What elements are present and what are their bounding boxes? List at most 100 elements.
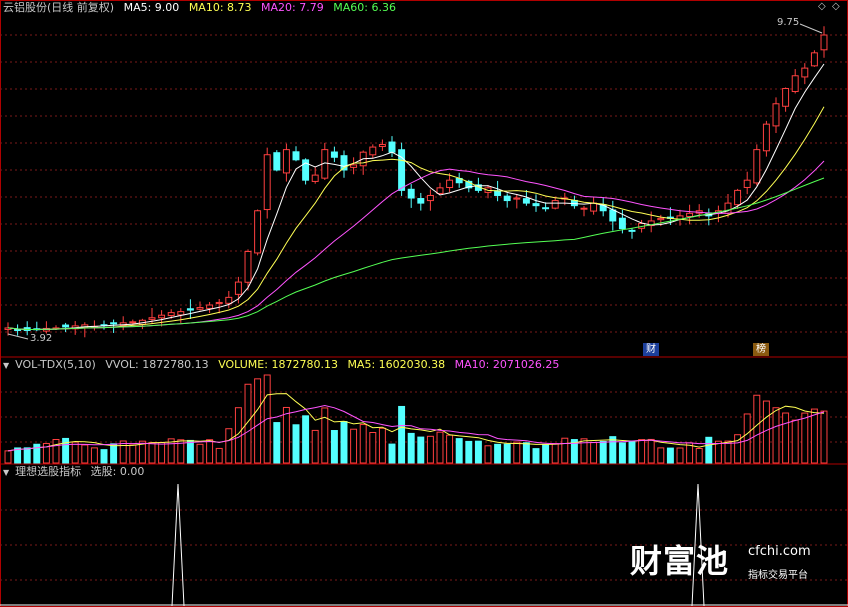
candle-body — [254, 210, 262, 254]
low-price-label: 3.92 — [30, 333, 53, 344]
volume-bar — [638, 439, 646, 464]
candle-body — [446, 179, 454, 188]
volume-bar — [110, 443, 118, 464]
candle-body — [215, 301, 223, 305]
collapse-icon[interactable]: ▼ — [3, 359, 9, 373]
volume-bar — [647, 438, 655, 464]
candle-body — [263, 154, 271, 211]
volume-bar — [417, 436, 425, 464]
candle-body — [628, 229, 636, 232]
volume-bar — [724, 440, 732, 464]
ma10-line — [7, 106, 825, 330]
volume-bar — [465, 440, 473, 464]
indicator-panel-header: ▼ 理想选股指标 选股: 0.00 — [3, 465, 150, 479]
candle-body — [129, 321, 137, 324]
candle-body — [542, 207, 550, 210]
volume-bar — [542, 444, 550, 464]
volume-bar — [225, 428, 233, 464]
ma5-readout: MA5: 9.00 — [123, 1, 180, 14]
volume-bar — [273, 422, 281, 464]
volume-bar — [657, 447, 665, 464]
stock-chart-window: 云铝股份(日线 前复权) MA5: 9.00 MA10: 8.73 MA20: … — [0, 0, 848, 607]
volume-bar — [100, 449, 108, 464]
indicator-name[interactable]: 理想选股指标 — [15, 465, 81, 478]
volume-bar — [446, 434, 454, 464]
candle-body — [513, 197, 521, 200]
vvol-readout: VVOL: 1872780.13 — [105, 358, 209, 371]
candle-body — [62, 324, 70, 328]
volume-bar — [503, 443, 511, 464]
ma10-readout: MA10: 8.73 — [188, 1, 252, 14]
chart-canvas[interactable] — [0, 0, 848, 607]
candle-body — [234, 281, 242, 295]
volume-bar — [714, 440, 722, 464]
volume-bar — [590, 442, 598, 464]
candle-body — [801, 67, 809, 78]
volume-bar — [4, 450, 12, 464]
diamond-icon-2[interactable]: ◇ — [832, 1, 840, 12]
volume-bar — [791, 419, 799, 464]
volume-bar — [801, 412, 809, 464]
volume-bar — [71, 441, 79, 464]
volume-bar — [52, 438, 60, 464]
volume-bar — [206, 439, 214, 464]
indicator-value: 选股: 0.00 — [90, 465, 145, 478]
candle-body — [609, 209, 617, 222]
volume-bar — [302, 415, 310, 464]
volume-bar — [753, 394, 761, 464]
candle-body — [494, 190, 502, 196]
volume-bar — [81, 444, 89, 464]
volume-bar — [90, 447, 98, 464]
volume-indicator-name[interactable]: VOL-TDX(5,10) — [15, 358, 96, 371]
candle-body — [657, 217, 665, 221]
event-marker-list[interactable]: 榜 — [753, 343, 769, 356]
volume-bar — [398, 405, 406, 464]
diamond-icon[interactable]: ◇ — [818, 1, 826, 12]
volume-bar — [129, 444, 137, 464]
volume-bar — [705, 436, 713, 464]
high-pointer — [799, 23, 823, 34]
candle-body — [820, 34, 828, 51]
collapse-icon[interactable]: ▼ — [3, 466, 9, 480]
volume-bar — [330, 430, 338, 464]
candle-body — [206, 304, 214, 309]
volume-bar — [676, 447, 684, 464]
volume-bar — [618, 442, 626, 464]
candle-body — [186, 308, 194, 311]
volume-bar — [388, 443, 396, 464]
volume-bar — [426, 435, 434, 464]
candle-body — [158, 314, 166, 319]
volume-bar — [340, 421, 348, 464]
vol-ma10-readout: MA10: 2071026.25 — [454, 358, 560, 371]
volume-bar — [359, 424, 367, 464]
volume-panel-header: ▼ VOL-TDX(5,10) VVOL: 1872780.13 VOLUME: … — [3, 358, 565, 372]
volume-bar — [743, 413, 751, 464]
volume-bar — [782, 412, 790, 464]
volume-bar — [810, 408, 818, 464]
candle-body — [292, 151, 300, 161]
volume-bar — [311, 429, 319, 464]
volume-bar — [666, 447, 674, 464]
volume-bar — [762, 400, 770, 464]
watermark-site: cfchi.com — [748, 544, 811, 559]
candle-body — [273, 152, 281, 171]
volume-bar — [148, 442, 156, 464]
high-price-label: 9.75 — [777, 17, 800, 28]
signal-spike — [171, 483, 185, 607]
volume-bar — [215, 447, 223, 464]
price-panel-header: 云铝股份(日线 前复权) MA5: 9.00 MA10: 8.73 MA20: … — [3, 1, 402, 15]
volume-bar — [254, 378, 262, 464]
volume-bar — [119, 440, 127, 464]
volume-readout: VOLUME: 1872780.13 — [218, 358, 338, 371]
candle-body — [426, 194, 434, 202]
volume-bar — [436, 431, 444, 464]
event-marker-finance[interactable]: 财 — [643, 343, 659, 356]
stock-title: 云铝股份(日线 前复权) — [3, 1, 115, 14]
ma60-readout: MA60: 6.36 — [333, 1, 396, 14]
candle-body — [686, 212, 694, 218]
candle-body — [330, 151, 338, 158]
candle-body — [618, 217, 626, 230]
candle-body — [407, 188, 415, 199]
candle-body — [810, 52, 818, 67]
candle-body — [532, 203, 540, 207]
